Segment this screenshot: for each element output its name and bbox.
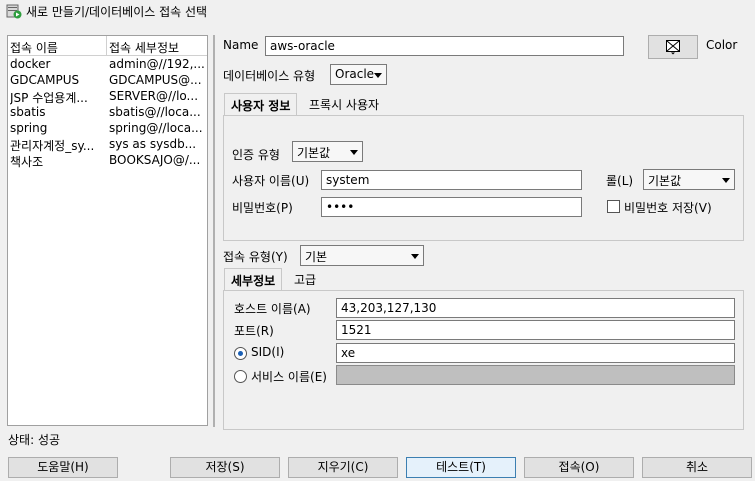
column-header-details[interactable]: 접속 세부정보: [109, 39, 179, 56]
service-name-input: [336, 365, 735, 385]
role-label: 롤(L): [606, 174, 634, 188]
sid-radio[interactable]: [234, 347, 247, 360]
table-row[interactable]: 책사조 BOOKSAJO@/...: [8, 152, 207, 169]
db-type-label: 데이터베이스 유형: [223, 69, 316, 83]
auth-type-label: 인증 유형: [232, 148, 280, 162]
chevron-down-icon: [374, 73, 382, 78]
connection-name: sbatis: [10, 105, 46, 119]
password-input[interactable]: ••••: [321, 197, 582, 217]
sid-label: SID(I): [251, 345, 285, 359]
table-row[interactable]: docker admin@//192,...: [8, 56, 207, 72]
connection-name: 책사조: [10, 155, 44, 169]
connection-details: GDCAMPUS@...: [109, 73, 202, 87]
title-bar: 새로 만들기/데이터베이스 접속 선택: [0, 0, 755, 22]
connection-details: sys as sysdb...: [109, 137, 197, 151]
host-input[interactable]: 43,203,127,130: [336, 298, 735, 318]
port-input[interactable]: 1521: [336, 320, 735, 340]
table-row[interactable]: spring spring@//loca...: [8, 120, 207, 136]
auth-type-select[interactable]: 기본값: [292, 141, 363, 162]
save-password-label: 비밀번호 저장(V): [624, 201, 712, 215]
sid-input[interactable]: xe: [336, 343, 735, 363]
table-row[interactable]: GDCAMPUS GDCAMPUS@...: [8, 72, 207, 88]
save-password-checkbox[interactable]: [607, 200, 620, 213]
chevron-down-icon: [411, 254, 419, 259]
username-input[interactable]: system: [321, 170, 582, 190]
window-title: 새로 만들기/데이터베이스 접속 선택: [26, 5, 208, 19]
name-label: Name: [223, 38, 259, 52]
column-header-name[interactable]: 접속 이름: [10, 39, 58, 56]
table-row[interactable]: 관리자계정_sy... sys as sysdb...: [8, 136, 207, 153]
chevron-down-icon: [722, 178, 730, 183]
tab-advanced[interactable]: 고급: [288, 268, 322, 290]
db-type-select[interactable]: Oracle: [330, 64, 387, 85]
color-swatch-icon: [666, 40, 680, 55]
service-name-label: 서비스 이름(E): [251, 370, 327, 384]
clear-button[interactable]: 지우기(C): [288, 457, 398, 478]
cancel-button[interactable]: 취소: [642, 457, 752, 478]
test-button[interactable]: 테스트(T): [406, 457, 516, 478]
save-button[interactable]: 저장(S): [170, 457, 280, 478]
username-label: 사용자 이름(U): [232, 174, 310, 188]
auth-type-value: 기본값: [297, 146, 331, 160]
help-button[interactable]: 도움말(H): [8, 457, 118, 478]
password-label: 비밀번호(P): [232, 201, 293, 215]
role-value: 기본값: [648, 174, 682, 188]
connection-details: spring@//loca...: [109, 121, 203, 135]
connect-button[interactable]: 접속(O): [524, 457, 634, 478]
color-button[interactable]: [648, 35, 698, 59]
tab-proxy-user[interactable]: 프록시 사용자: [303, 93, 385, 115]
tab-user-info[interactable]: 사용자 정보: [224, 93, 298, 115]
conn-type-label: 접속 유형(Y): [223, 250, 288, 264]
connection-name: spring: [10, 121, 48, 135]
host-label: 호스트 이름(A): [234, 302, 311, 316]
connection-details: sbatis@//loca...: [109, 105, 201, 119]
pane-splitter[interactable]: [213, 35, 215, 427]
db-add-icon: [6, 4, 22, 19]
connection-name: GDCAMPUS: [10, 73, 80, 87]
conn-type-value: 기본: [305, 250, 328, 264]
chevron-down-icon: [350, 150, 358, 155]
port-label: 포트(R): [234, 324, 274, 338]
connection-details: admin@//192,...: [109, 57, 205, 71]
connection-name: docker: [10, 57, 51, 71]
db-type-value: Oracle: [335, 67, 375, 81]
status-text: 상태: 성공: [8, 433, 61, 447]
color-label: Color: [706, 38, 738, 52]
service-name-radio[interactable]: [234, 370, 247, 383]
connection-list-header: 접속 이름 접속 세부정보: [8, 36, 207, 56]
connection-details: BOOKSAJO@/...: [109, 153, 201, 167]
table-row[interactable]: JSP 수업용계... SERVER@//lo...: [8, 88, 207, 105]
conn-type-select[interactable]: 기본: [300, 245, 424, 266]
column-divider[interactable]: [106, 36, 107, 56]
connection-list[interactable]: 접속 이름 접속 세부정보 docker admin@//192,... GDC…: [7, 35, 208, 426]
table-row[interactable]: sbatis sbatis@//loca...: [8, 104, 207, 120]
connection-details: SERVER@//lo...: [109, 89, 199, 103]
role-select[interactable]: 기본값: [643, 169, 735, 190]
tab-details[interactable]: 세부정보: [224, 268, 283, 290]
name-input[interactable]: aws-oracle: [265, 36, 624, 56]
